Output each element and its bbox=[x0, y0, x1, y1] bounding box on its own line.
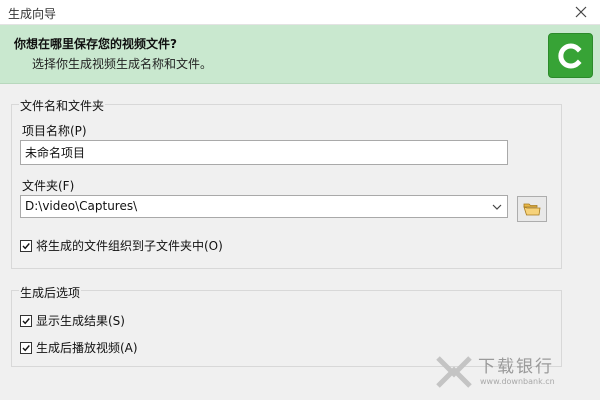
header-heading: 你想在哪里保存您的视频文件? bbox=[14, 37, 177, 51]
project-name-input[interactable] bbox=[20, 140, 508, 165]
organize-checkbox-label: 将生成的文件组织到子文件夹中(O) bbox=[36, 239, 223, 253]
folder-open-icon bbox=[523, 203, 541, 216]
browse-folder-button[interactable] bbox=[517, 196, 547, 222]
chevron-down-icon bbox=[492, 204, 502, 210]
title-bar: 生成向导 bbox=[0, 0, 600, 25]
watermark-url: www.downbank.cn bbox=[480, 377, 555, 386]
watermark-text: 下载银行 bbox=[478, 357, 554, 377]
project-name-label: 项目名称(P) bbox=[22, 124, 87, 138]
organize-subfolders-checkbox[interactable]: 将生成的文件组织到子文件夹中(O) bbox=[20, 237, 223, 254]
show-results-label: 显示生成结果(S) bbox=[36, 314, 125, 328]
checkmark-icon bbox=[22, 344, 30, 351]
show-results-checkbox[interactable]: 显示生成结果(S) bbox=[20, 312, 125, 329]
camtasia-logo-icon bbox=[557, 43, 582, 68]
checkmark-icon bbox=[22, 242, 30, 249]
post-group-legend: 生成后选项 bbox=[19, 284, 82, 301]
play-video-label: 生成后播放视频(A) bbox=[36, 341, 138, 355]
window-title: 生成向导 bbox=[8, 7, 57, 21]
folder-combobox[interactable]: D:\video\Captures\ bbox=[20, 195, 508, 218]
wizard-header: 你想在哪里保存您的视频文件? 选择你生成视频生成名称和文件。 bbox=[0, 25, 600, 84]
close-button[interactable] bbox=[570, 1, 592, 23]
folder-value: D:\video\Captures\ bbox=[25, 199, 138, 213]
watermark-logo-icon bbox=[436, 356, 472, 388]
folder-label: 文件夹(F) bbox=[22, 179, 75, 193]
camtasia-logo bbox=[548, 33, 593, 78]
header-subheading: 选择你生成视频生成名称和文件。 bbox=[32, 57, 213, 71]
checkmark-icon bbox=[22, 317, 30, 324]
close-icon bbox=[575, 6, 587, 18]
file-group-legend: 文件名和文件夹 bbox=[19, 97, 106, 114]
watermark: 下载银行 www.downbank.cn bbox=[434, 350, 594, 394]
show-results-checkbox-box[interactable] bbox=[20, 314, 32, 327]
play-video-checkbox[interactable]: 生成后播放视频(A) bbox=[20, 339, 138, 356]
play-video-checkbox-box[interactable] bbox=[20, 341, 32, 354]
folder-dropdown-arrow[interactable] bbox=[489, 198, 505, 215]
organize-checkbox-box[interactable] bbox=[20, 239, 32, 252]
